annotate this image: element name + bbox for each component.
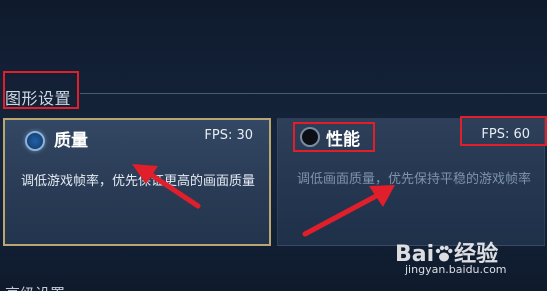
arrow-to-performance-icon (302, 185, 395, 237)
baidu-jingyan-watermark: Bai 经验 jingyan.baidu.com (395, 236, 535, 280)
paw-icon (435, 245, 453, 262)
watermark-url: jingyan.baidu.com (405, 263, 507, 276)
next-section-title: 高级设置 (5, 283, 65, 291)
arrow-to-quality-icon (132, 164, 201, 209)
